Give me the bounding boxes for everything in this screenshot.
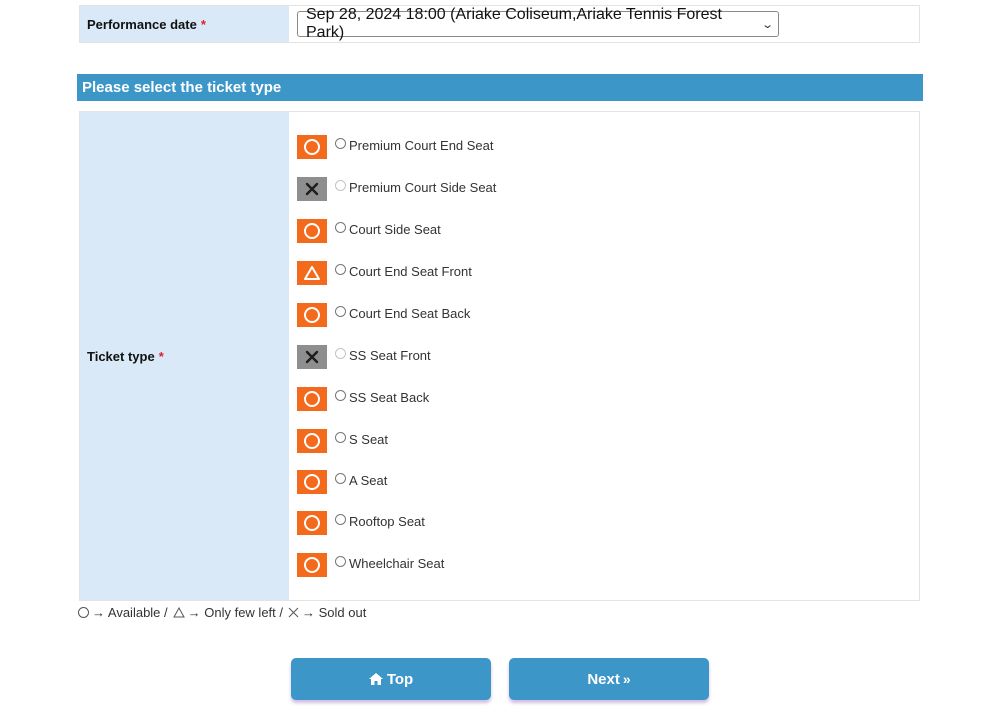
performance-date-row: Performance date * Sep 28, 2024 18:00 (A… <box>79 5 920 43</box>
double-chevron-right-icon: » <box>622 671 631 687</box>
ticket-option-label: SS Seat Front <box>349 347 431 363</box>
performance-date-selected: Sep 28, 2024 18:00 (Ariake Coliseum,Aria… <box>306 6 722 41</box>
ticket-option-label: SS Seat Back <box>349 389 430 405</box>
legend-available: → Available / <box>92 605 168 620</box>
ticket-option[interactable]: Court Side Seat <box>297 219 441 243</box>
circle-icon <box>304 433 320 449</box>
ticket-option[interactable]: Premium Court End Seat <box>297 135 494 159</box>
triangle-icon <box>303 265 321 281</box>
status-badge <box>297 345 327 369</box>
required-mark: * <box>158 348 164 364</box>
ticket-option-label: Court End Seat Back <box>349 305 471 321</box>
circle-icon <box>304 139 320 155</box>
status-badge <box>297 553 327 577</box>
next-button-label: Next <box>587 670 620 688</box>
section-header: Please select the ticket type <box>77 74 923 101</box>
top-button-label: Top <box>386 670 414 688</box>
ticket-option[interactable]: Court End Seat Back <box>297 303 470 327</box>
next-button[interactable]: Next » <box>509 658 709 700</box>
circle-icon <box>304 557 320 573</box>
performance-date-select[interactable]: Sep 28, 2024 18:00 (Ariake Coliseum,Aria… <box>297 6 779 41</box>
home-icon <box>368 673 383 685</box>
ticket-option[interactable]: Court End Seat Front <box>297 261 472 285</box>
ticket-type-label: Ticket type <box>87 348 155 364</box>
status-badge <box>297 177 327 201</box>
circle-icon <box>304 474 320 490</box>
ticket-option: Premium Court Side Seat <box>297 177 496 201</box>
performance-date-label-cell: Performance date * <box>80 6 289 42</box>
status-badge <box>297 511 327 535</box>
ticket-radio <box>335 347 346 359</box>
status-badge <box>297 219 327 243</box>
cross-icon <box>305 182 319 196</box>
status-badge <box>297 303 327 327</box>
ticket-option-label: Court Side Seat <box>349 221 441 237</box>
ticket-radio[interactable] <box>335 263 346 275</box>
ticket-option-label: Court End Seat Front <box>349 263 472 279</box>
ticket-radio[interactable] <box>335 431 346 443</box>
ticket-option[interactable]: SS Seat Back <box>297 387 429 411</box>
ticket-type-table: Ticket type * Premium Court End Seat Prem… <box>79 111 920 601</box>
ticket-radio[interactable] <box>335 555 346 567</box>
circle-icon <box>304 391 320 407</box>
top-button[interactable]: Top <box>291 658 491 700</box>
ticket-type-label-cell: Ticket type * <box>80 112 289 600</box>
required-mark: * <box>200 16 206 32</box>
legend-few-left: → Only few left / <box>187 605 284 620</box>
ticket-radio[interactable] <box>335 305 346 317</box>
ticket-option[interactable]: S Seat <box>297 429 388 453</box>
ticket-option: SS Seat Front <box>297 345 431 369</box>
ticket-radio[interactable] <box>335 389 346 401</box>
ticket-option-label: Premium Court End Seat <box>349 137 494 153</box>
ticket-option-label: Wheelchair Seat <box>349 555 445 571</box>
status-badge <box>297 135 327 159</box>
ticket-option-label: Rooftop Seat <box>349 513 425 529</box>
circle-icon <box>78 607 89 618</box>
ticket-option-label: Premium Court Side Seat <box>349 179 497 195</box>
ticket-option[interactable]: Wheelchair Seat <box>297 553 444 577</box>
triangle-icon <box>172 607 185 618</box>
circle-icon <box>304 307 320 323</box>
ticket-radio[interactable] <box>335 221 346 233</box>
status-badge <box>297 429 327 453</box>
circle-icon <box>304 515 320 531</box>
ticket-option-label: S Seat <box>349 431 389 447</box>
legend-sold-out: → Sold out <box>302 605 367 620</box>
ticket-radio[interactable] <box>335 472 346 484</box>
status-badge <box>297 387 327 411</box>
status-badge <box>297 470 327 494</box>
ticket-options: Premium Court End Seat Premium Court Side… <box>289 112 919 600</box>
ticket-option-label: A Seat <box>349 472 388 488</box>
ticket-radio[interactable] <box>335 137 346 149</box>
performance-date-label: Performance date <box>87 16 197 32</box>
circle-icon <box>304 223 320 239</box>
chevron-down-icon: ⌄ <box>760 18 774 31</box>
ticket-option[interactable]: Rooftop Seat <box>297 511 425 535</box>
section-title: Please select the ticket type <box>82 79 282 96</box>
ticket-radio <box>335 179 346 191</box>
cross-icon <box>305 350 319 364</box>
cross-icon <box>288 607 299 618</box>
availability-legend: → Available / → Only few left / → Sold o… <box>78 605 366 620</box>
performance-date-value-cell: Sep 28, 2024 18:00 (Ariake Coliseum,Aria… <box>289 6 919 42</box>
status-badge <box>297 261 327 285</box>
ticket-radio[interactable] <box>335 513 346 525</box>
ticket-option[interactable]: A Seat <box>297 470 387 494</box>
